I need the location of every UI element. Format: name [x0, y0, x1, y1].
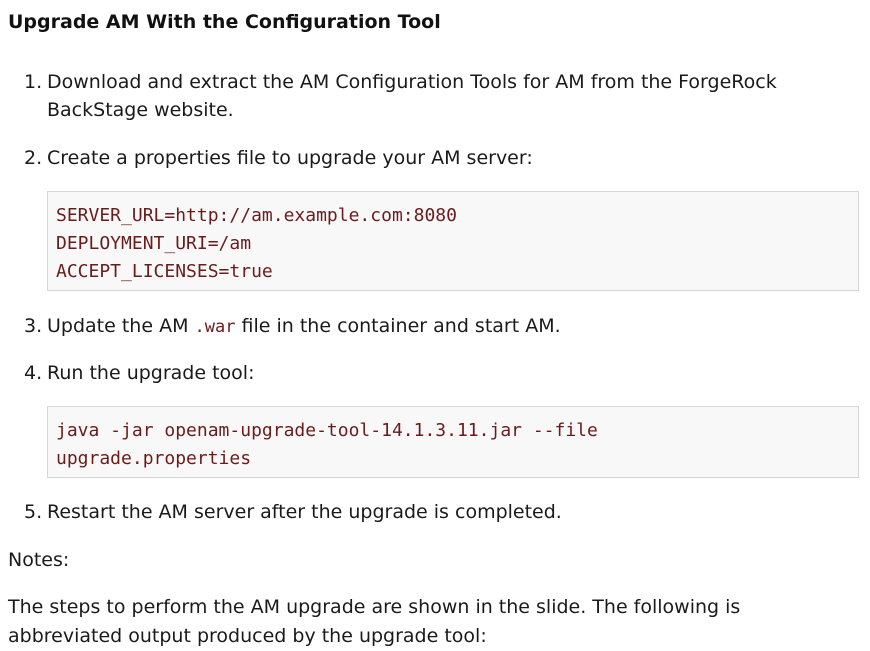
step-text-after: file in the container and start AM.	[235, 315, 561, 337]
code-line: upgrade.properties	[56, 448, 252, 469]
step-number: 1.	[24, 71, 43, 93]
list-item-step-3: 3. Update the AM .war file in the contai…	[0, 312, 870, 340]
step-number: 5.	[24, 501, 43, 523]
step-text-line: BackStage website.	[47, 99, 234, 121]
list-item-step-4: 4. Run the upgrade tool:	[0, 359, 870, 387]
list-item-step-5: 5. Restart the AM server after the upgra…	[0, 498, 870, 526]
step-text: Update the AM .war file in the container…	[47, 312, 837, 341]
command-code-block: java -jar openam-upgrade-tool-14.1.3.11.…	[47, 406, 859, 478]
list-item-step-2: 2. Create a properties file to upgrade y…	[0, 144, 870, 172]
properties-code-block: SERVER_URL=http://am.example.com:8080 DE…	[47, 191, 859, 291]
notes-text: The steps to perform the AM upgrade are …	[8, 596, 741, 647]
code-line: DEPLOYMENT_URI=/am	[56, 233, 252, 254]
code-line: java -jar openam-upgrade-tool-14.1.3.11.…	[56, 420, 598, 441]
step-text: Create a properties file to upgrade your…	[47, 147, 533, 169]
step-text: Run the upgrade tool:	[47, 362, 255, 384]
page-title: Upgrade AM With the Configuration Tool	[8, 11, 441, 33]
step-number: 4.	[24, 362, 43, 384]
code-line: SERVER_URL=http://am.example.com:8080	[56, 205, 457, 226]
step-text-line: Download and extract the AM Configuratio…	[47, 71, 777, 93]
notes-label: Notes:	[8, 549, 70, 571]
step-text-before: Update the AM	[47, 315, 195, 337]
step-number: 2.	[24, 147, 43, 169]
inline-code: .war	[194, 317, 236, 337]
list-item-step-1: 1. Download and extract the AM Configura…	[0, 68, 870, 124]
code-line: ACCEPT_LICENSES=true	[56, 261, 273, 282]
step-text: Download and extract the AM Configuratio…	[47, 68, 837, 124]
step-text: Restart the AM server after the upgrade …	[47, 501, 562, 523]
step-number: 3.	[24, 315, 43, 337]
